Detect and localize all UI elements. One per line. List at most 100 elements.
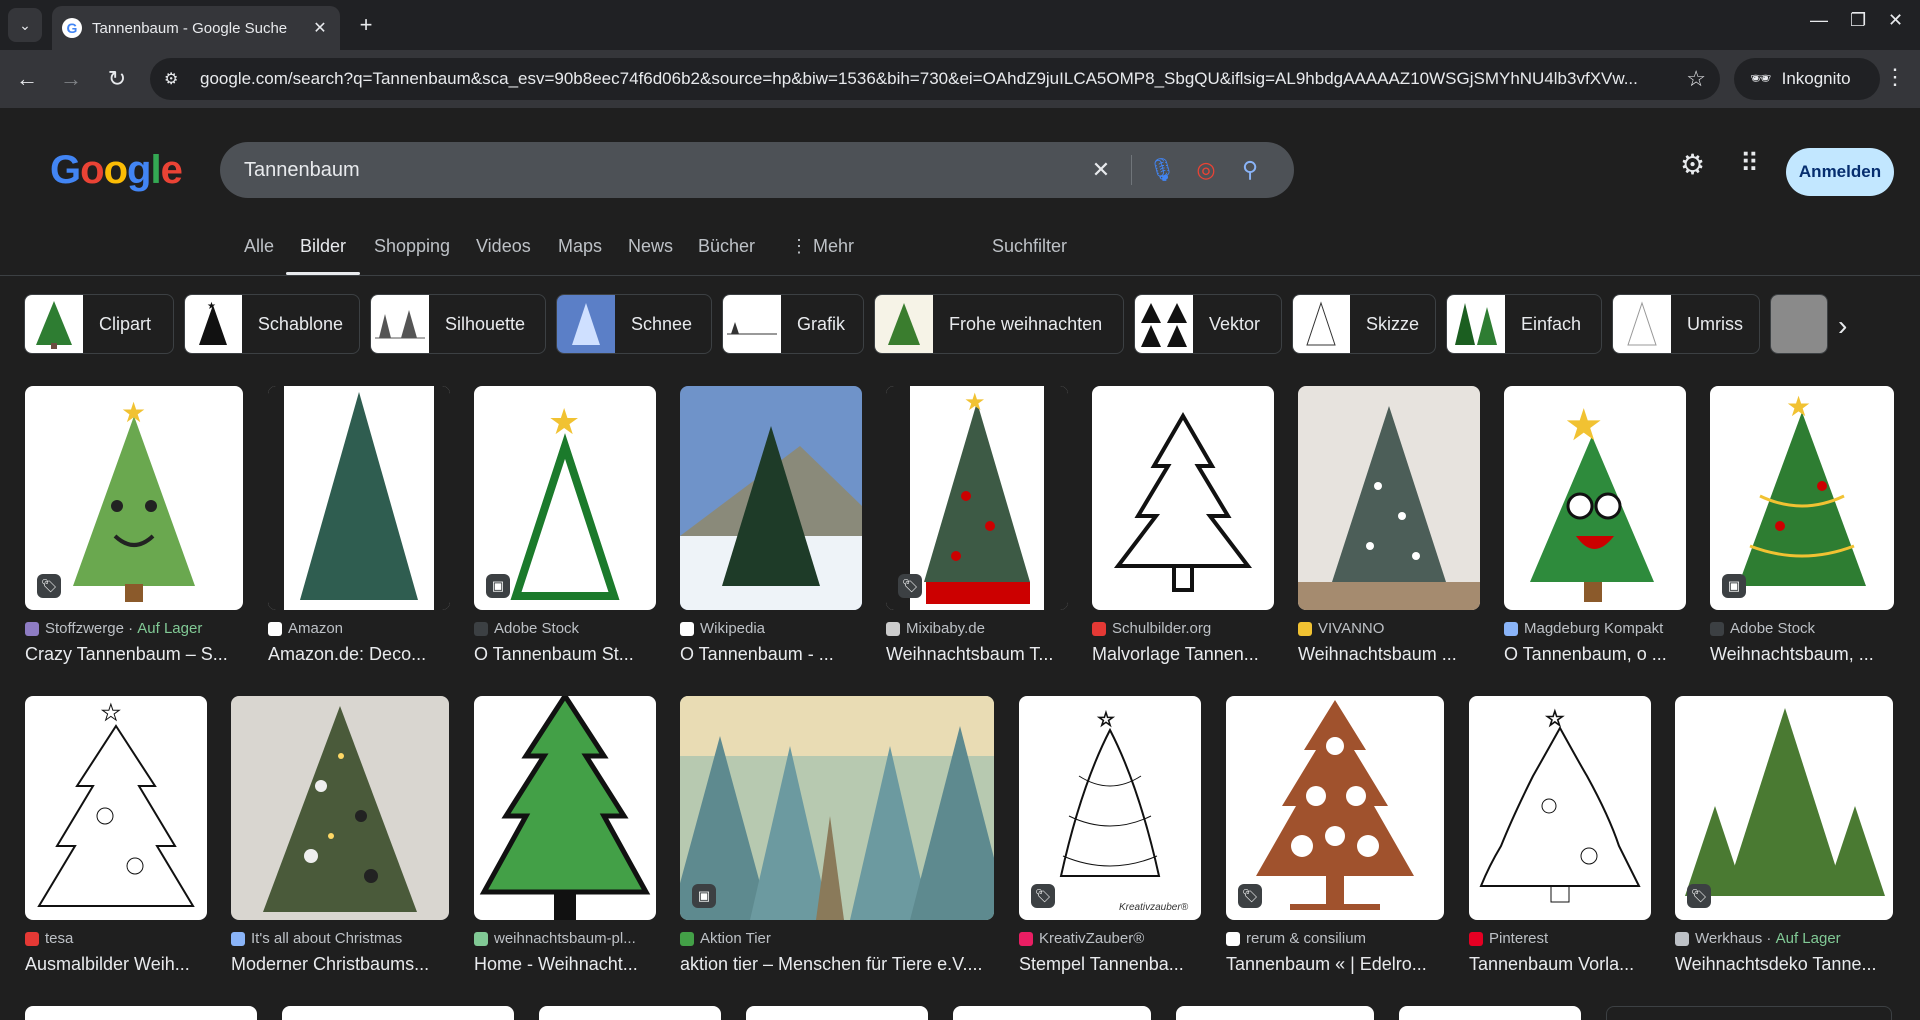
chip-schablone[interactable]: ★ Schablone [184, 294, 360, 354]
minimize-icon[interactable]: — [1810, 10, 1828, 31]
close-window-icon[interactable]: ✕ [1888, 10, 1903, 31]
tab-mehr[interactable]: ⋮ Mehr [790, 236, 854, 257]
result-image[interactable]: ★ ▣ [1710, 386, 1894, 610]
bookmark-star-icon[interactable]: ☆ [1686, 66, 1706, 92]
result-image[interactable]: ☆ [1469, 696, 1651, 920]
search-filter-button[interactable]: Suchfilter [992, 236, 1067, 257]
settings-gear-icon[interactable]: ⚙ [1680, 148, 1705, 181]
result-image[interactable]: ★ [1504, 386, 1686, 610]
result-caption[interactable]: Home - Weihnacht... [474, 954, 656, 975]
image-result[interactable]: ★ 🏷 Mixibaby.de Weihnachtsbaum T... [886, 386, 1068, 666]
result-image[interactable]: 🏷 [1675, 696, 1893, 920]
tab-maps[interactable]: Maps [558, 236, 602, 257]
image-result[interactable]: ★ tesa Ausmalbilder Weih... [25, 696, 207, 976]
back-icon[interactable]: ← [12, 64, 42, 94]
result-caption[interactable]: Ausmalbilder Weih... [25, 954, 207, 975]
result-image[interactable] [231, 696, 449, 920]
image-result[interactable] [1399, 1006, 1581, 1020]
result-image[interactable] [680, 386, 862, 610]
image-result[interactable]: Schulbilder.org Malvorlage Tannen... [1092, 386, 1274, 666]
result-caption[interactable]: Moderner Christbaums... [231, 954, 449, 975]
result-image[interactable]: 🏷 [1226, 696, 1444, 920]
image-result[interactable] [746, 1006, 928, 1020]
result-image[interactable] [1298, 386, 1480, 610]
result-caption[interactable]: Tannenbaum « | Edelro... [1226, 954, 1444, 975]
image-result[interactable] [25, 1006, 257, 1020]
tab-videos[interactable]: Videos [476, 236, 531, 257]
google-logo[interactable]: Google [50, 148, 183, 193]
reload-icon[interactable]: ↻ [102, 64, 132, 94]
result-caption[interactable]: aktion tier – Menschen für Tiere e.V.... [680, 954, 994, 975]
forward-icon[interactable]: → [56, 64, 86, 94]
close-icon[interactable]: ✕ [310, 18, 330, 38]
google-lens-icon[interactable]: ◎ [1184, 157, 1228, 183]
image-result[interactable]: ★ ▣ Adobe Stock Weihnachtsbaum, ... [1710, 386, 1894, 666]
tab-shopping[interactable]: Shopping [374, 236, 450, 257]
result-caption[interactable]: O Tannenbaum - ... [680, 644, 862, 665]
search-icon[interactable]: ⚲ [1228, 157, 1272, 183]
image-result[interactable]: It's all about Christmas Moderner Christ… [231, 696, 449, 976]
chip-frohe-weihnachten[interactable]: Frohe weihnachten [874, 294, 1124, 354]
chip-skizze[interactable]: Skizze [1292, 294, 1436, 354]
result-caption[interactable]: Weihnachtsbaum T... [886, 644, 1068, 665]
chip-einfach[interactable]: Einfach [1446, 294, 1602, 354]
image-result[interactable]: VIVANNO Weihnachtsbaum ... [1298, 386, 1480, 666]
clear-icon[interactable]: ✕ [1079, 157, 1123, 183]
image-result[interactable] [1176, 1006, 1374, 1020]
microphone-icon[interactable]: 🎙 [1140, 157, 1184, 183]
image-result[interactable]: weihnachtsbaum-pl... Home - Weihnacht... [474, 696, 656, 976]
search-box[interactable]: Tannenbaum ✕ 🎙 ◎ ⚲ [220, 142, 1294, 198]
browser-tab[interactable]: G Tannenbaum - Google Suche ✕ [52, 6, 340, 50]
site-settings-icon[interactable]: ⚙ [164, 69, 186, 89]
image-result[interactable] [282, 1006, 514, 1020]
image-result[interactable] [953, 1006, 1151, 1020]
result-caption[interactable]: Crazy Tannenbaum – S... [25, 644, 243, 665]
image-result[interactable]: 🏷 Werkhaus · Auf Lager Weihnachtsdeko Ta… [1675, 696, 1893, 976]
browser-menu-icon[interactable]: ⋮ [1880, 64, 1910, 90]
result-image[interactable] [474, 696, 656, 920]
address-bar[interactable]: ⚙ google.com/search?q=Tannenbaum&sca_esv… [150, 58, 1720, 100]
chip-umriss[interactable]: Umriss [1612, 294, 1760, 354]
result-caption[interactable]: Weihnachtsdeko Tanne... [1675, 954, 1893, 975]
new-tab-button[interactable]: + [352, 12, 380, 40]
result-caption[interactable]: O Tannenbaum St... [474, 644, 656, 665]
image-result[interactable]: ▣ Aktion Tier aktion tier – Menschen für… [680, 696, 994, 976]
chip-grafik[interactable]: Grafik [722, 294, 864, 354]
apps-grid-icon[interactable]: ⠿ [1740, 148, 1759, 179]
signin-button[interactable]: Anmelden [1786, 148, 1894, 196]
image-result[interactable] [1606, 1006, 1892, 1020]
image-result[interactable] [539, 1006, 721, 1020]
result-image[interactable] [268, 386, 450, 610]
result-caption[interactable]: O Tannenbaum, o ... [1504, 644, 1686, 665]
image-result[interactable]: ★ Magdeburg Kompakt O Tannenbaum, o ... [1504, 386, 1686, 666]
image-result[interactable]: Amazon Amazon.de: Deco... [268, 386, 450, 666]
incognito-indicator[interactable]: 🕶 Inkognito [1734, 58, 1880, 100]
image-result[interactable]: ★ 🏷 Stoffzwerge · Auf Lager Crazy Tannen… [25, 386, 243, 666]
tab-search-button[interactable]: ⌄ [8, 8, 42, 42]
result-caption[interactable]: Weihnachtsbaum ... [1298, 644, 1480, 665]
chevron-right-icon[interactable]: › [1838, 310, 1847, 342]
result-image[interactable]: ★ [25, 696, 207, 920]
result-image[interactable]: ★ 🏷 [886, 386, 1068, 610]
result-caption[interactable]: Stempel Tannenba... [1019, 954, 1201, 975]
result-image[interactable]: ★ ▣ [474, 386, 656, 610]
search-input[interactable]: Tannenbaum [244, 159, 1079, 182]
chip-silhouette[interactable]: Silhouette [370, 294, 546, 354]
result-caption[interactable]: Amazon.de: Deco... [268, 644, 450, 665]
image-result[interactable]: ☆ Kreativzauber® 🏷 KreativZauber® Stempel… [1019, 696, 1201, 976]
image-result[interactable]: Wikipedia O Tannenbaum - ... [680, 386, 862, 666]
chip-clipart[interactable]: Clipart [24, 294, 174, 354]
tab-news[interactable]: News [628, 236, 673, 257]
image-result[interactable]: ☆ Pinterest Tannenbaum Vorla... [1469, 696, 1651, 976]
tab-alle[interactable]: Alle [244, 236, 274, 257]
result-caption[interactable]: Malvorlage Tannen... [1092, 644, 1274, 665]
result-image[interactable] [1092, 386, 1274, 610]
chip-more-partial[interactable] [1770, 294, 1828, 354]
tab-bilder[interactable]: Bilder [285, 236, 361, 275]
result-caption[interactable]: Weihnachtsbaum, ... [1710, 644, 1894, 665]
image-result[interactable]: 🏷 rerum & consilium Tannenbaum « | Edelr… [1226, 696, 1444, 976]
result-caption[interactable]: Tannenbaum Vorla... [1469, 954, 1651, 975]
result-image[interactable]: ☆ Kreativzauber® 🏷 [1019, 696, 1201, 920]
restore-icon[interactable]: ❐ [1850, 10, 1866, 31]
result-image[interactable]: ▣ [680, 696, 994, 920]
